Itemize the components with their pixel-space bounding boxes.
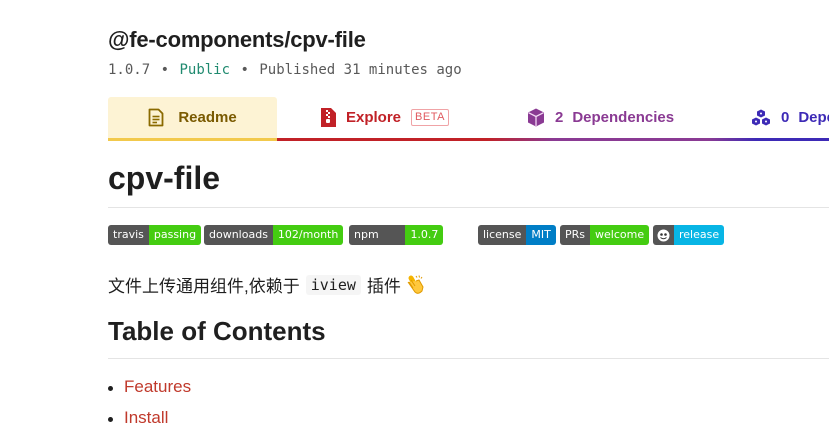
- badge-label: license: [478, 225, 527, 245]
- zip-file-icon: [321, 108, 336, 127]
- package-meta: 1.0.7 • Public • Published 31 minutes ag…: [108, 62, 462, 78]
- npm-package-badge[interactable]: npm package 1.0.7: [349, 225, 444, 245]
- toc-list: Features Install: [108, 377, 191, 439]
- tab-dependencies[interactable]: 2 Dependencies: [487, 97, 708, 138]
- underline-readme: [108, 138, 277, 141]
- badge-label: PRs: [560, 225, 591, 245]
- release-notes-icon: [653, 225, 674, 245]
- badge-value: 1.0.7: [405, 225, 444, 245]
- description-text: 文件上传通用组件,依赖于: [108, 277, 300, 296]
- badge-value: release notes: [674, 225, 725, 245]
- badge-label: downloads: [204, 225, 273, 245]
- package-description: 文件上传通用组件,依赖于 iview 插件: [108, 272, 425, 297]
- badge-value: passing: [148, 225, 202, 245]
- badge-value: welcome: [590, 225, 650, 245]
- tab-dependents[interactable]: 0 Depe: [708, 97, 829, 138]
- toc-heading: Table of Contents: [108, 316, 326, 346]
- description-code: iview: [305, 274, 361, 295]
- downloads-badge[interactable]: downloads 102/month: [204, 225, 344, 245]
- readme-title: cpv-file: [108, 160, 221, 196]
- meta-separator: •: [160, 62, 170, 78]
- tab-dependents-label: Depe: [798, 109, 829, 126]
- title-divider: [108, 207, 829, 208]
- underline-dependencies: [487, 138, 708, 141]
- underline-dependents: [708, 138, 829, 141]
- package-tabs: Readme Explore BETA 2 Dependencies 0 Dep…: [108, 97, 829, 141]
- badge-value: 102/month: [272, 225, 344, 245]
- package-published: Published 31 minutes ago: [259, 62, 462, 78]
- tab-explore[interactable]: Explore BETA: [277, 97, 487, 138]
- underline-explore: [277, 138, 487, 141]
- package-name: @fe-components/cpv-file: [108, 27, 366, 52]
- package-visibility: Public: [179, 62, 231, 78]
- toc-link-features[interactable]: Features: [124, 377, 191, 396]
- toc-link-install[interactable]: Install: [124, 408, 168, 427]
- badge-value: MIT: [526, 225, 556, 245]
- beta-badge: BETA: [411, 109, 449, 126]
- toc-divider: [108, 358, 829, 359]
- tabs-underline: [108, 138, 829, 141]
- boxes-icon: [751, 109, 771, 127]
- box-icon: [527, 108, 545, 127]
- list-item: Install: [108, 408, 191, 439]
- license-badge[interactable]: license MIT: [478, 225, 556, 245]
- dependents-count: 0: [781, 109, 790, 126]
- tab-explore-label: Explore: [346, 109, 402, 126]
- tab-dependencies-label: Dependencies: [572, 109, 675, 126]
- clapping-hands-icon: [405, 274, 425, 295]
- travis-badge[interactable]: travis passing: [108, 225, 202, 245]
- dependencies-count: 2: [555, 109, 564, 126]
- description-suffix: 插件: [366, 277, 401, 296]
- release-notes-badge[interactable]: release notes: [653, 225, 725, 245]
- readme-document-icon: [148, 108, 164, 127]
- badge-label: travis: [108, 225, 149, 245]
- tab-readme-label: Readme: [178, 109, 237, 126]
- prs-welcome-badge[interactable]: PRs welcome: [560, 225, 650, 245]
- badge-label: npm package: [349, 225, 406, 245]
- tab-readme[interactable]: Readme: [108, 97, 277, 138]
- list-item: Features: [108, 377, 191, 408]
- package-version: 1.0.7: [108, 62, 151, 78]
- meta-separator: •: [240, 62, 249, 78]
